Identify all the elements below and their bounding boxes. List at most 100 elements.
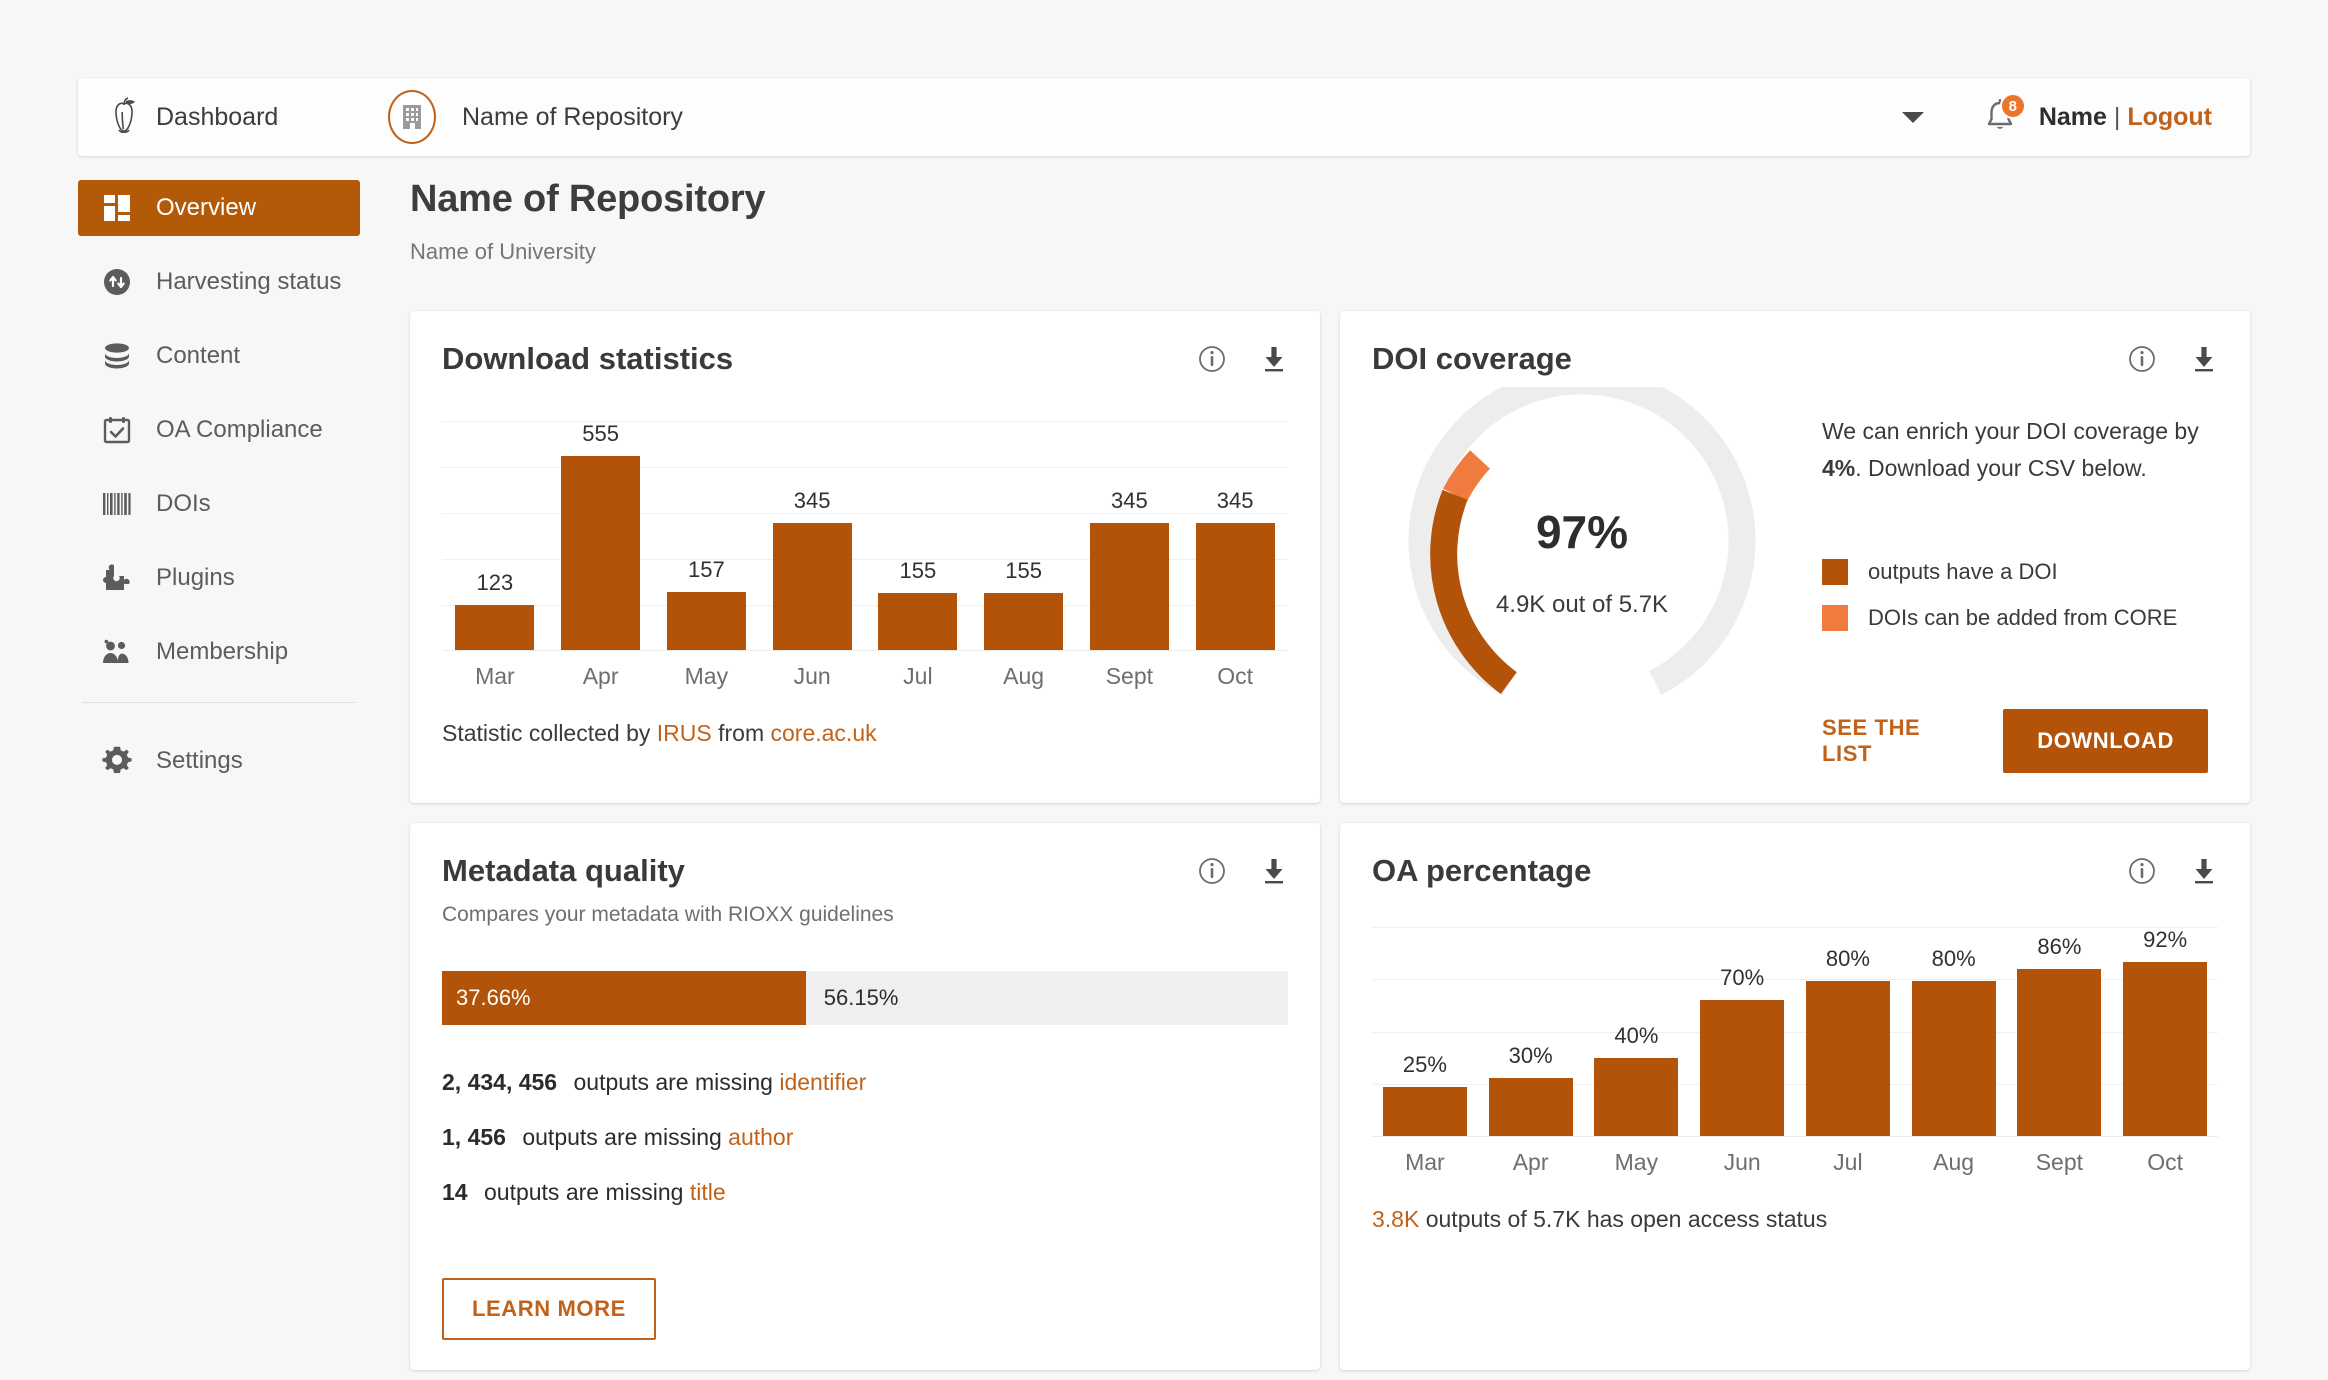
bar-column[interactable]: 92% bbox=[2112, 927, 2218, 1136]
download-icon[interactable] bbox=[2190, 345, 2218, 373]
download-icon[interactable] bbox=[1260, 857, 1288, 885]
sync-icon bbox=[100, 265, 134, 299]
bar bbox=[1089, 522, 1169, 650]
sidebar-item-harvesting-status[interactable]: Harvesting status bbox=[78, 254, 360, 310]
bar bbox=[666, 592, 746, 650]
bar-column[interactable]: 157 bbox=[654, 421, 760, 650]
bar bbox=[2017, 969, 2102, 1136]
sidebar-item-oa-compliance[interactable]: OA Compliance bbox=[78, 402, 360, 458]
bar bbox=[1488, 1077, 1573, 1136]
bar bbox=[455, 604, 535, 650]
bar-value-label: 80% bbox=[1825, 945, 1870, 971]
sidebar-item-label: Settings bbox=[156, 747, 243, 774]
bar-column[interactable]: 555 bbox=[548, 421, 654, 650]
download-icon[interactable] bbox=[1260, 345, 1288, 373]
core-link[interactable]: core.ac.uk bbox=[771, 720, 877, 746]
sidebar-item-plugins[interactable]: Plugins bbox=[78, 550, 360, 606]
missing-field-link[interactable]: author bbox=[728, 1124, 793, 1150]
missing-text: outputs are missing bbox=[477, 1178, 690, 1205]
sidebar-item-membership[interactable]: Membership bbox=[78, 624, 360, 680]
card-title: OA percentage bbox=[1372, 852, 1592, 888]
sidebar-item-settings[interactable]: Settings bbox=[78, 733, 360, 789]
repository-name-label: Name of Repository bbox=[462, 102, 683, 131]
download-icon[interactable] bbox=[2190, 857, 2218, 885]
sidebar-item-overview[interactable]: Overview bbox=[78, 180, 360, 236]
bar-column[interactable]: 40% bbox=[1584, 927, 1690, 1136]
card-header: DOI coverage bbox=[1372, 341, 2218, 377]
sidebar-item-label: OA Compliance bbox=[156, 416, 323, 443]
bar-column[interactable]: 80% bbox=[1901, 927, 2007, 1136]
card-title: Download statistics bbox=[442, 341, 734, 376]
sidebar-item-content[interactable]: Content bbox=[78, 328, 360, 384]
missing-field-link[interactable]: identifier bbox=[779, 1069, 866, 1095]
gear-icon bbox=[100, 744, 134, 778]
sidebar-item-dois[interactable]: DOIs bbox=[78, 476, 360, 532]
core-apple-logo-icon bbox=[110, 97, 138, 137]
logout-link[interactable]: Logout bbox=[2127, 103, 2212, 131]
repository-dropdown-toggle[interactable] bbox=[1883, 111, 1943, 123]
card-actions bbox=[1198, 341, 1288, 373]
notifications-button[interactable]: 8 bbox=[1983, 93, 2026, 137]
missing-field-row: 2, 434, 456 outputs are missing identifi… bbox=[442, 1069, 1288, 1096]
x-tick-label: Jul bbox=[1833, 1148, 1863, 1175]
bar-value-label: 155 bbox=[899, 557, 937, 583]
info-icon[interactable] bbox=[1198, 857, 1226, 885]
card-actions bbox=[2128, 341, 2218, 373]
doi-coverage-card: DOI coverage 97% 4.9K out of 5.7K We can… bbox=[1340, 311, 2250, 803]
legend-label: DOIs can be added from CORE bbox=[1868, 604, 2178, 630]
notification-badge: 8 bbox=[1999, 93, 2026, 119]
bar bbox=[1700, 1000, 1785, 1136]
info-icon[interactable] bbox=[2128, 857, 2156, 885]
user-name-label: Name bbox=[2038, 102, 2107, 131]
progress-remainder: 56.15% bbox=[823, 984, 899, 1010]
sidebar-item-label: Harvesting status bbox=[156, 268, 342, 295]
bar-column[interactable]: 30% bbox=[1478, 927, 1584, 1136]
download-button[interactable]: DOWNLOAD bbox=[2003, 708, 2208, 773]
bar-value-label: 80% bbox=[1931, 945, 1976, 971]
bar-column[interactable]: 345 bbox=[1182, 421, 1288, 650]
bar-column[interactable]: 86% bbox=[2007, 927, 2113, 1136]
dashboard-home-link[interactable]: Dashboard bbox=[78, 97, 388, 137]
sidebar-item-label: Membership bbox=[156, 638, 289, 665]
info-icon[interactable] bbox=[1198, 345, 1226, 373]
bar-value-label: 92% bbox=[2143, 926, 2188, 952]
chart-bars: 25% 30% 40% 70% 80% 80% 86% 92% bbox=[1372, 927, 2218, 1137]
x-tick-label: Jun bbox=[1723, 1148, 1761, 1175]
bar-column[interactable]: 155 bbox=[865, 421, 971, 650]
people-icon bbox=[100, 635, 134, 669]
bar bbox=[2123, 961, 2208, 1136]
irus-link[interactable]: IRUS bbox=[657, 720, 712, 746]
bar-column[interactable]: 345 bbox=[759, 421, 865, 650]
bar-value-label: 70% bbox=[1720, 965, 1765, 991]
bar bbox=[1382, 1087, 1467, 1136]
bar-column[interactable]: 70% bbox=[1689, 927, 1795, 1136]
bar-value-label: 345 bbox=[1216, 487, 1254, 513]
bar bbox=[878, 592, 958, 650]
repository-selector[interactable]: Name of Repository bbox=[388, 90, 1883, 144]
see-the-list-link[interactable]: SEE THE LIST bbox=[1822, 715, 1961, 767]
bar-column[interactable]: 345 bbox=[1077, 421, 1183, 650]
bar-column[interactable]: 80% bbox=[1795, 927, 1901, 1136]
puzzle-icon bbox=[100, 561, 134, 595]
bar-value-label: 86% bbox=[2037, 934, 2082, 960]
building-icon bbox=[403, 105, 421, 129]
bar-column[interactable]: 123 bbox=[442, 421, 548, 650]
x-tick-label: Aug bbox=[1003, 663, 1045, 689]
page-subtitle: Name of University bbox=[410, 239, 596, 264]
message-prefix: We can enrich your DOI coverage by bbox=[1822, 418, 2199, 444]
sidebar-item-label: Content bbox=[156, 342, 241, 369]
chart-x-axis: Mar Apr May Jun Jul Aug Sept Oct bbox=[442, 663, 1288, 690]
bar-column[interactable]: 155 bbox=[971, 421, 1077, 650]
missing-field-link[interactable]: title bbox=[690, 1179, 726, 1205]
card-actions bbox=[2128, 853, 2218, 885]
x-tick-label: Jul bbox=[903, 663, 933, 689]
learn-more-button[interactable]: LEARN MORE bbox=[442, 1277, 656, 1340]
info-icon[interactable] bbox=[2128, 345, 2156, 373]
legend-item: outputs have a DOI bbox=[1822, 558, 2208, 585]
bar-value-label: 555 bbox=[582, 421, 619, 446]
oa-percentage-chart: 25% 30% 40% 70% 80% 80% 86% 92% bbox=[1372, 926, 2218, 1137]
x-tick-label: Jun bbox=[793, 663, 831, 689]
gauge-center-labels: 97% 4.9K out of 5.7K bbox=[1382, 505, 1782, 619]
bar-column[interactable]: 25% bbox=[1372, 927, 1478, 1136]
legend-swatch-icon bbox=[1822, 558, 1848, 585]
